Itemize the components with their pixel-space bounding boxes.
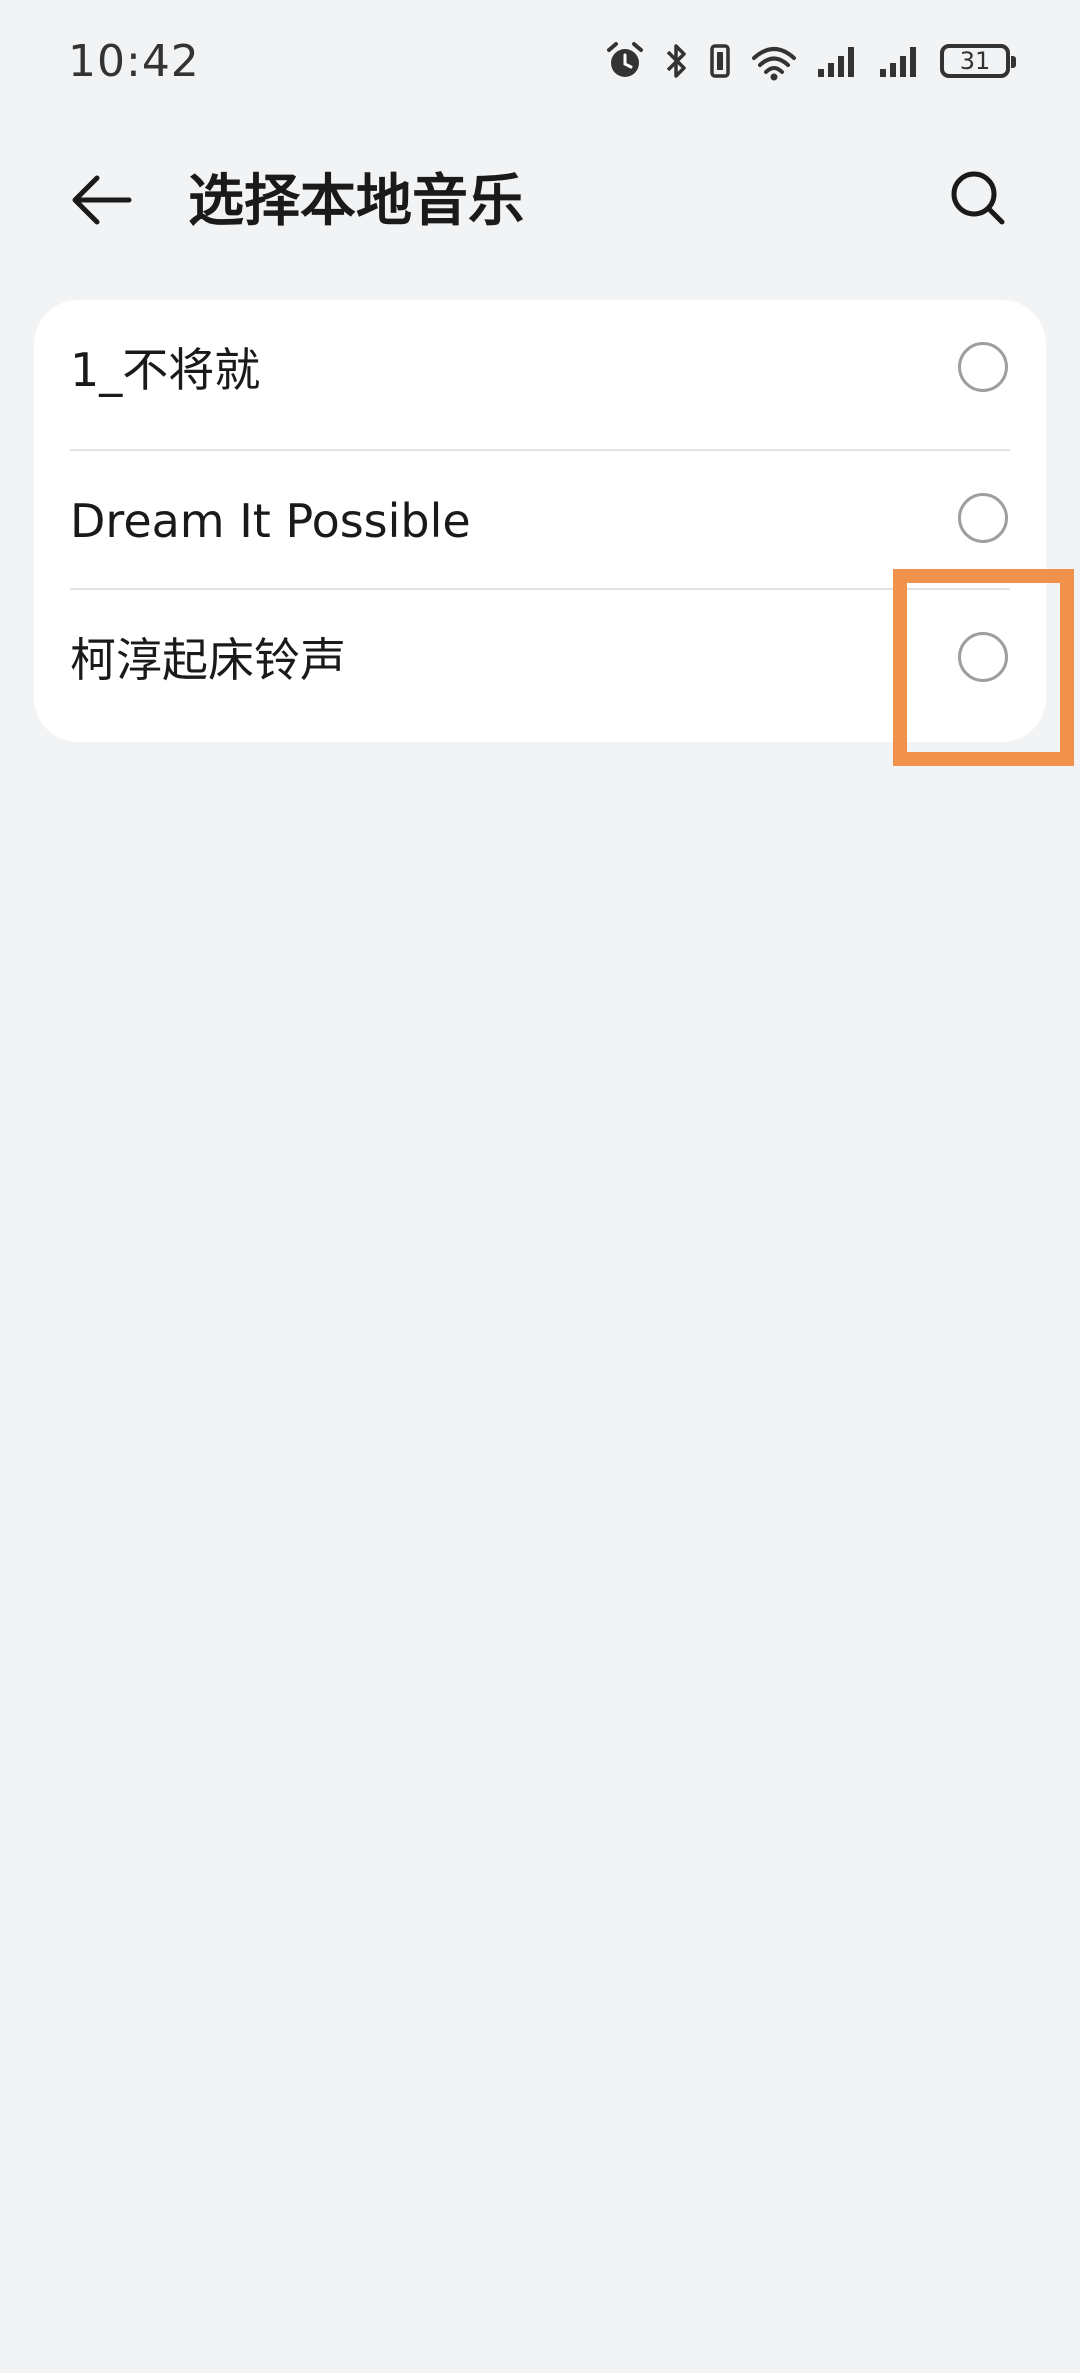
radio-button[interactable]: [958, 632, 1008, 682]
signal-icon-1: [816, 43, 860, 79]
search-button[interactable]: [936, 158, 1020, 242]
page-title: 选择本地音乐: [188, 169, 524, 234]
status-bar: 10:42 31: [0, 0, 1080, 125]
back-button[interactable]: [60, 160, 144, 244]
radio-button[interactable]: [958, 493, 1008, 543]
battery-icon: 31: [940, 44, 1016, 78]
radio-button[interactable]: [958, 342, 1008, 392]
list-item-label: 1_不将就: [70, 343, 261, 397]
signal-icon-2: [878, 43, 922, 79]
battery-level: 31: [959, 47, 991, 75]
list-item-label: Dream It Possible: [70, 494, 471, 548]
status-icons: 31: [604, 36, 1016, 86]
list-item[interactable]: 柯淳起床铃声: [34, 590, 1046, 730]
back-arrow-icon: [71, 174, 133, 230]
vibrate-icon: [708, 40, 732, 82]
music-list-card: 1_不将就 Dream It Possible 柯淳起床铃声: [34, 300, 1046, 742]
bluetooth-icon: [664, 40, 690, 82]
list-item-label: 柯淳起床铃声: [70, 633, 346, 687]
search-icon: [948, 168, 1008, 232]
list-item[interactable]: 1_不将就: [34, 300, 1046, 440]
title-bar: 选择本地音乐: [0, 140, 1080, 250]
wifi-icon: [750, 40, 798, 82]
status-time: 10:42: [68, 36, 200, 87]
list-item[interactable]: Dream It Possible: [34, 451, 1046, 591]
alarm-icon: [604, 40, 646, 82]
